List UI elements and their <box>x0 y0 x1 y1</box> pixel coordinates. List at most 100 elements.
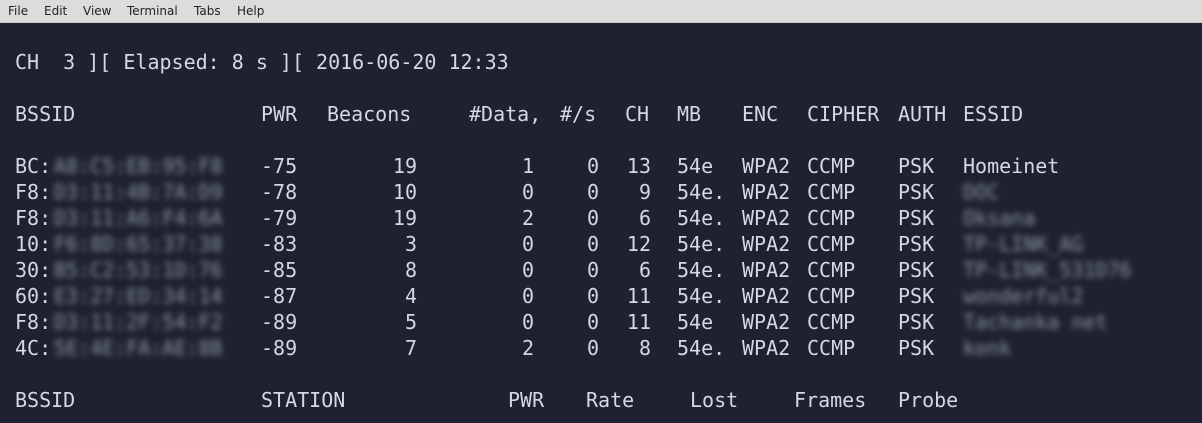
cell-essid: Tachanka net <box>963 310 1108 334</box>
cell-pwr: -83 <box>261 232 298 256</box>
cell-enc: WPA2 <box>742 154 791 178</box>
station-header-pwr: PWR <box>508 388 545 412</box>
cell-beacons: 5 <box>404 310 417 334</box>
cell-data: 0 <box>521 258 534 282</box>
cell-mb: 54e. <box>677 284 726 308</box>
cell-cipher: CCMP <box>807 284 856 308</box>
cell-auth: PSK <box>898 180 935 204</box>
cell-auth: PSK <box>898 310 935 334</box>
cell-rate: 0 <box>586 284 599 308</box>
cell-bssid: F8: <box>15 310 52 334</box>
station-header-probe: Probe <box>898 388 959 412</box>
cell-essid: TP-LINK_531D76 <box>963 258 1132 282</box>
cell-essid: konk <box>963 336 1012 360</box>
cell-essid: wonderful2 <box>963 284 1084 308</box>
cell-data: 0 <box>521 284 534 308</box>
cell-cipher: CCMP <box>807 310 856 334</box>
cell-bssid-hidden: B5:C2:53:1D:76 <box>54 258 223 282</box>
header-auth: AUTH <box>898 102 947 126</box>
header-mb: MB <box>677 102 702 126</box>
cell-pwr: -79 <box>261 206 298 230</box>
cell-bssid-hidden: E3:27:ED:34:14 <box>54 284 223 308</box>
cell-data: 2 <box>521 206 534 230</box>
cell-ch: 8 <box>638 336 651 360</box>
cell-beacons: 19 <box>392 206 417 230</box>
cell-essid: TP-LINK_AG <box>963 232 1084 256</box>
cell-cipher: CCMP <box>807 258 856 282</box>
header-cipher: CIPHER <box>807 102 880 126</box>
cell-bssid: F8: <box>15 206 52 230</box>
header-bssid: BSSID <box>15 102 76 126</box>
station-header-frames: Frames <box>794 388 867 412</box>
cell-data: 2 <box>521 336 534 360</box>
cell-mb: 54e. <box>677 180 726 204</box>
cell-mb: 54e. <box>677 206 726 230</box>
cell-data: 0 <box>521 310 534 334</box>
cell-enc: WPA2 <box>742 284 791 308</box>
cell-data: 0 <box>521 180 534 204</box>
menu-bar: File Edit View Terminal Tabs Help <box>0 0 1202 23</box>
cell-pwr: -89 <box>261 310 298 334</box>
cell-ch: 6 <box>638 258 651 282</box>
header-rate: #/s <box>560 102 597 126</box>
cell-essid: DOC <box>963 180 1000 204</box>
cell-enc: WPA2 <box>742 180 791 204</box>
cell-rate: 0 <box>586 180 599 204</box>
cell-mb: 54e. <box>677 232 726 256</box>
cell-bssid-hidden: D3:11:2F:54:F2 <box>54 310 223 334</box>
cell-auth: PSK <box>898 284 935 308</box>
menu-terminal[interactable]: Terminal <box>127 4 178 18</box>
cell-data: 1 <box>521 154 534 178</box>
cell-ch: 6 <box>638 206 651 230</box>
header-ch: CH <box>625 102 650 126</box>
cell-auth: PSK <box>898 154 935 178</box>
cell-enc: WPA2 <box>742 336 791 360</box>
cell-enc: WPA2 <box>742 258 791 282</box>
cell-beacons: 4 <box>404 284 417 308</box>
cell-beacons: 19 <box>392 154 417 178</box>
cell-auth: PSK <box>898 336 935 360</box>
cell-pwr: -75 <box>261 154 298 178</box>
cell-auth: PSK <box>898 258 935 282</box>
cell-bssid: 10: <box>15 232 52 256</box>
terminal-output[interactable]: CH 3 ][ Elapsed: 8 s ][ 2016-06-20 12:33… <box>0 23 1202 423</box>
station-header-bssid: BSSID <box>15 388 76 412</box>
cell-pwr: -78 <box>261 180 298 204</box>
menu-edit[interactable]: Edit <box>44 4 67 18</box>
cell-bssid-hidden: 5E:4E:FA:AE:8B <box>54 336 223 360</box>
cell-bssid: F8: <box>15 180 52 204</box>
cell-ch: 12 <box>626 232 651 256</box>
header-essid: ESSID <box>963 102 1024 126</box>
cell-pwr: -87 <box>261 284 298 308</box>
menu-help[interactable]: Help <box>237 4 264 18</box>
cell-essid: Oksana <box>963 206 1036 230</box>
cell-cipher: CCMP <box>807 206 856 230</box>
cell-cipher: CCMP <box>807 336 856 360</box>
cell-auth: PSK <box>898 232 935 256</box>
menu-file[interactable]: File <box>8 4 28 18</box>
station-header-rate: Rate <box>586 388 635 412</box>
cell-auth: PSK <box>898 206 935 230</box>
cell-bssid-hidden: D3:11:A6:F4:6A <box>54 206 223 230</box>
cell-rate: 0 <box>586 336 599 360</box>
cell-ch: 13 <box>626 154 651 178</box>
menu-view[interactable]: View <box>83 4 111 18</box>
cell-enc: WPA2 <box>742 310 791 334</box>
cell-bssid: 60: <box>15 284 52 308</box>
cell-rate: 0 <box>586 258 599 282</box>
cell-beacons: 8 <box>404 258 417 282</box>
cell-cipher: CCMP <box>807 154 856 178</box>
cell-bssid-hidden: F6:8D:65:37:38 <box>54 232 223 256</box>
menu-tabs[interactable]: Tabs <box>194 4 221 18</box>
cell-enc: WPA2 <box>742 206 791 230</box>
cell-bssid-hidden: A8:C5:EB:95:F8 <box>54 154 223 178</box>
cell-mb: 54e <box>677 154 714 178</box>
cell-mb: 54e <box>677 310 714 334</box>
station-header-station: STATION <box>261 388 346 412</box>
cell-essid: Homeinet <box>963 154 1060 178</box>
cell-rate: 0 <box>586 232 599 256</box>
cell-cipher: CCMP <box>807 180 856 204</box>
header-pwr: PWR <box>261 102 298 126</box>
status-line: CH 3 ][ Elapsed: 8 s ][ 2016-06-20 12:33 <box>15 50 509 74</box>
cell-cipher: CCMP <box>807 232 856 256</box>
